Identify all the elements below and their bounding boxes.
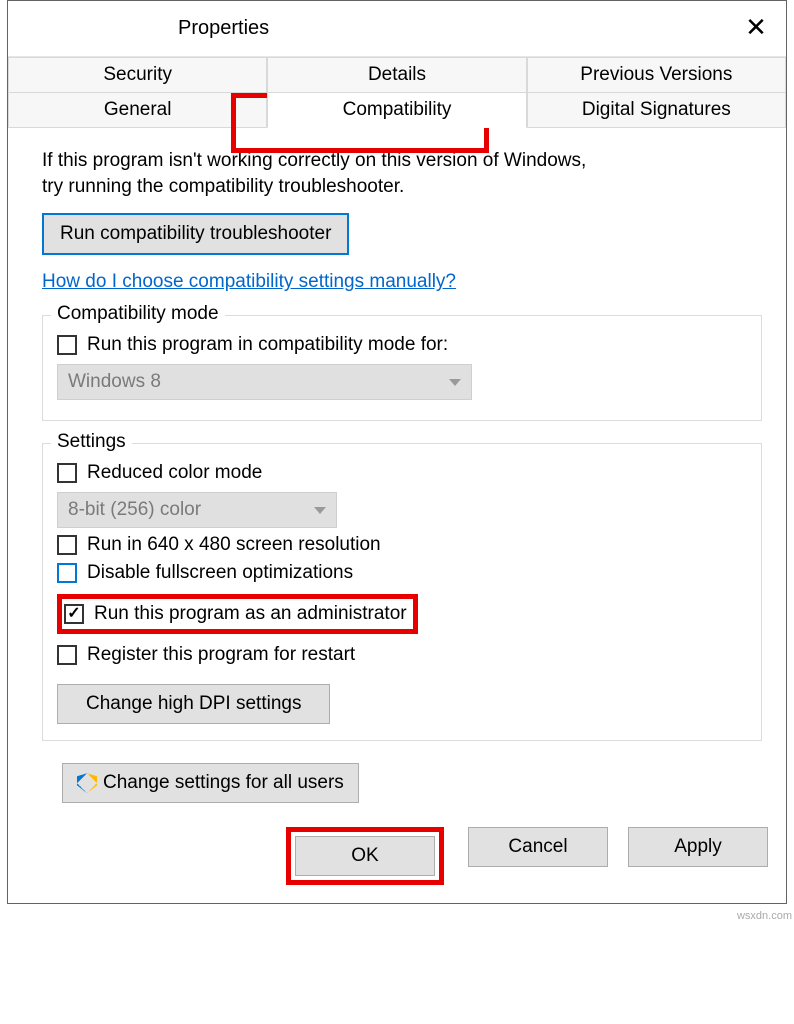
checkbox-reduced-color[interactable] — [57, 463, 77, 483]
label-run-as-admin: Run this program as an administrator — [94, 603, 407, 625]
label-640x480: Run in 640 x 480 screen resolution — [87, 534, 381, 556]
checkbox-640x480[interactable] — [57, 535, 77, 555]
checkbox-run-as-admin[interactable] — [64, 604, 84, 624]
intro-text: If this program isn't working correctly … — [42, 148, 762, 199]
run-troubleshooter-button[interactable]: Run compatibility troubleshooter — [42, 213, 349, 255]
change-all-users-button[interactable]: Change settings for all users — [62, 763, 359, 803]
checkbox-disable-fullscreen[interactable] — [57, 563, 77, 583]
chevron-down-icon — [314, 507, 326, 514]
tab-compatibility[interactable]: Compatibility — [267, 92, 526, 128]
chevron-down-icon — [449, 379, 461, 386]
change-dpi-button[interactable]: Change high DPI settings — [57, 684, 330, 724]
tab-strip: Security Details Previous Versions Gener… — [8, 57, 786, 128]
watermark: wsxdn.com — [737, 910, 792, 922]
label-disable-fullscreen: Disable fullscreen optimizations — [87, 562, 353, 584]
apply-button[interactable]: Apply — [628, 827, 768, 867]
tab-security[interactable]: Security — [8, 57, 267, 92]
group-title-compat: Compatibility mode — [51, 303, 225, 325]
dropdown-compat-os[interactable]: Windows 8 — [57, 364, 472, 400]
label-reduced-color: Reduced color mode — [87, 462, 262, 484]
close-icon[interactable]: ✕ — [734, 7, 778, 47]
label-compat-mode: Run this program in compatibility mode f… — [87, 334, 448, 356]
checkbox-register-restart[interactable] — [57, 645, 77, 665]
highlight-ok-button: OK — [286, 827, 444, 885]
tab-details[interactable]: Details — [267, 57, 526, 92]
properties-dialog: Properties ✕ Security Details Previous V… — [7, 0, 787, 904]
dropdown-color-depth[interactable]: 8-bit (256) color — [57, 492, 337, 528]
help-link[interactable]: How do I choose compatibility settings m… — [42, 271, 456, 292]
highlight-run-as-admin: Run this program as an administrator — [57, 594, 418, 634]
ok-button[interactable]: OK — [295, 836, 435, 876]
settings-group: Settings Reduced color mode 8-bit (256) … — [42, 443, 762, 741]
label-register-restart: Register this program for restart — [87, 644, 355, 666]
group-title-settings: Settings — [51, 431, 132, 453]
shield-icon — [77, 773, 97, 793]
tab-content: If this program isn't working correctly … — [8, 128, 786, 813]
compatibility-mode-group: Compatibility mode Run this program in c… — [42, 315, 762, 421]
tab-general[interactable]: General — [8, 92, 267, 127]
tab-previous-versions[interactable]: Previous Versions — [527, 57, 786, 92]
titlebar: Properties ✕ — [8, 1, 786, 57]
cancel-button[interactable]: Cancel — [468, 827, 608, 867]
window-title: Properties — [178, 17, 269, 40]
tab-digital-signatures[interactable]: Digital Signatures — [527, 92, 786, 127]
dialog-buttons: OK Cancel Apply — [8, 813, 786, 903]
checkbox-compat-mode[interactable] — [57, 335, 77, 355]
